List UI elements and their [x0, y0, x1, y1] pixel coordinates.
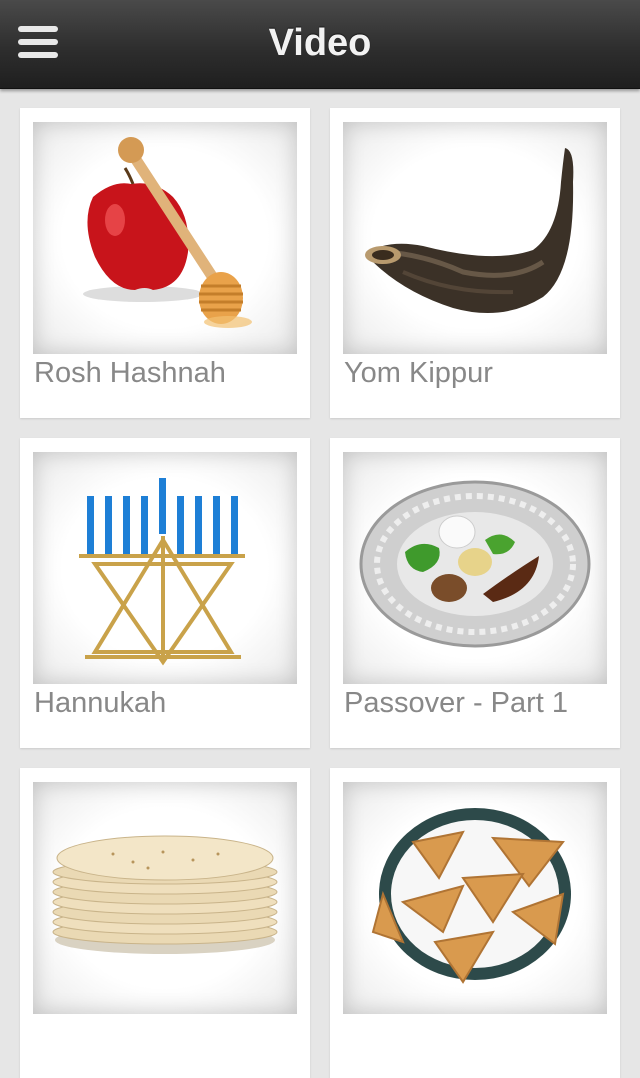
- video-title: Passover - Part 1: [344, 687, 569, 719]
- video-grid: Rosh Hashnah Yom Kippur Hannukah Passove…: [0, 88, 640, 1078]
- apple-honey-dipper-image: [83, 137, 252, 328]
- video-thumbnail: [343, 452, 607, 684]
- video-thumbnail: [33, 452, 297, 684]
- video-card-hamantaschen[interactable]: [330, 768, 620, 1078]
- video-card-hannukah[interactable]: Hannukah: [20, 438, 310, 748]
- menorah-image: [79, 478, 245, 666]
- video-thumbnail: [343, 122, 607, 354]
- video-card-rosh-hashnah[interactable]: Rosh Hashnah: [20, 108, 310, 418]
- video-title: Rosh Hashnah: [34, 357, 226, 389]
- video-card-yom-kippur[interactable]: Yom Kippur: [330, 108, 620, 418]
- matzah-stack-image: [52, 835, 278, 954]
- video-thumbnail: [33, 782, 297, 1014]
- video-thumbnail: [343, 782, 607, 1014]
- navbar: Video: [0, 0, 640, 89]
- video-thumbnail: [33, 122, 297, 354]
- seder-plate-image: [359, 480, 591, 648]
- video-card-passover-part-1[interactable]: Passover - Part 1: [330, 438, 620, 748]
- page-title: Video: [268, 22, 372, 64]
- video-title: Hannukah: [34, 687, 167, 719]
- video-card-matzah[interactable]: [20, 768, 310, 1078]
- hamantaschen-plate-image: [371, 808, 571, 984]
- video-title: Yom Kippur: [344, 357, 493, 389]
- shofar-image: [365, 148, 574, 314]
